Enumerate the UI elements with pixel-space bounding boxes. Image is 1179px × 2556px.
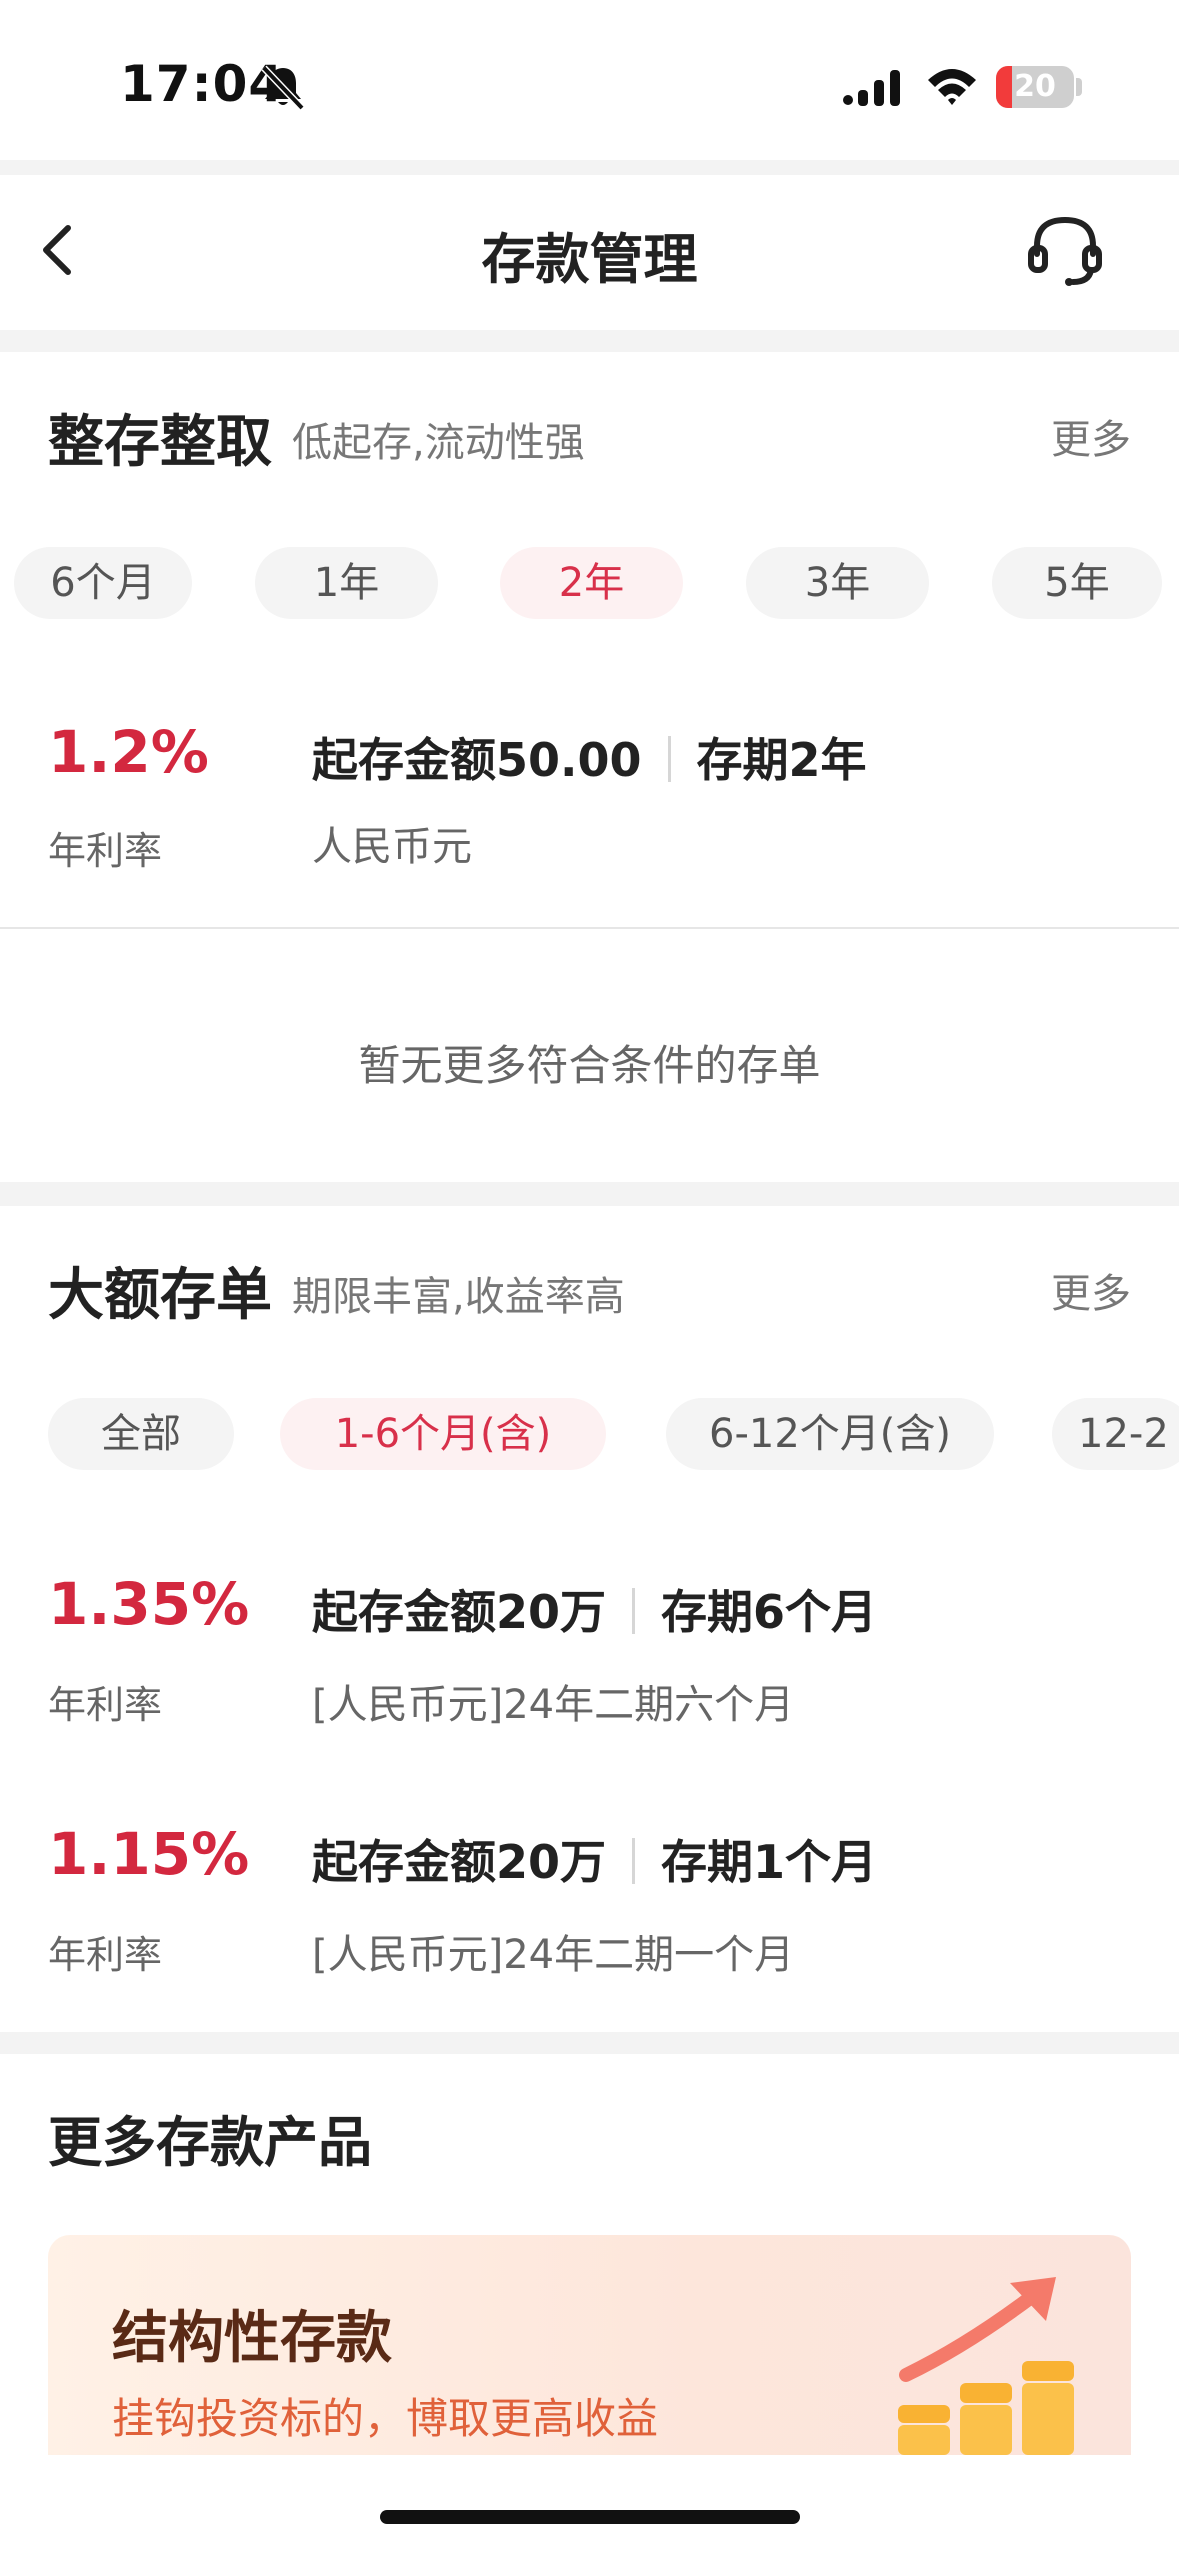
bell-muted-icon — [261, 65, 305, 111]
more-link[interactable]: 更多 — [1051, 407, 1131, 465]
min-amount: 起存金额50.00 — [312, 733, 642, 787]
currency: 人民币元 — [312, 824, 472, 870]
more-link[interactable]: 更多 — [1051, 1261, 1131, 1319]
rate-label: 年利率 — [48, 1683, 163, 1727]
rate-label: 年利率 — [48, 829, 163, 873]
status-bar: 17:04 20 — [0, 0, 1179, 160]
separator — [632, 1838, 636, 1884]
min-amount: 起存金额20万 — [312, 1835, 607, 1889]
separator — [632, 1588, 636, 1634]
more-products-title: 更多存款产品 — [48, 2111, 372, 2174]
divider — [0, 1182, 1179, 1206]
divider — [0, 160, 1179, 175]
min-amount: 起存金额20万 — [312, 1585, 607, 1639]
rate-label: 年利率 — [48, 1933, 163, 1977]
promo-subtitle: 挂钩投资标的，博取更高收益 — [112, 2394, 659, 2443]
tab-6-months[interactable]: 6个月 — [14, 547, 192, 619]
product-info: 起存金额50.00 存期2年 — [312, 724, 867, 790]
rate-value: 1.15% — [48, 1820, 250, 1888]
battery-tip — [1076, 78, 1082, 96]
divider — [0, 2032, 1179, 2054]
term: 存期2年 — [696, 733, 867, 787]
battery-percent: 20 — [1014, 69, 1056, 104]
tab-2-year[interactable]: 2年 — [500, 547, 683, 619]
nav-bar: 存款管理 — [0, 175, 1179, 330]
rate-value: 1.2% — [48, 718, 209, 786]
term: 存期6个月 — [661, 1585, 878, 1639]
section-title: 整存整取 — [48, 410, 272, 475]
tab-3-year[interactable]: 3年 — [746, 547, 929, 619]
tab-6-12-months[interactable]: 6-12个月(含) — [666, 1398, 994, 1470]
term: 存期1个月 — [661, 1835, 878, 1889]
section-subtitle: 低起存,流动性强 — [292, 420, 585, 466]
divider-line — [0, 927, 1179, 929]
tab-5-year[interactable]: 5年 — [992, 547, 1162, 619]
divider — [0, 330, 1179, 352]
product-info: 起存金额20万 存期1个月 — [312, 1826, 877, 1892]
tab-1-6-months[interactable]: 1-6个月(含) — [280, 1398, 606, 1470]
tab-all[interactable]: 全部 — [48, 1398, 234, 1470]
promo-title: 结构性存款 — [112, 2306, 392, 2371]
rising-coins-icon — [898, 2277, 1074, 2455]
wifi-icon — [928, 69, 976, 105]
tab-1-year[interactable]: 1年 — [255, 547, 438, 619]
page-title: 存款管理 — [481, 228, 698, 291]
product-info: 起存金额20万 存期6个月 — [312, 1576, 877, 1642]
separator — [667, 736, 671, 782]
section-title: 大额存单 — [48, 1263, 272, 1328]
home-indicator[interactable] — [380, 2510, 800, 2524]
cellular-signal-icon — [843, 70, 900, 106]
battery-indicator: 20 — [996, 66, 1074, 108]
rate-value: 1.35% — [48, 1570, 250, 1638]
customer-service-icon[interactable] — [1025, 210, 1105, 290]
product-name: [人民币元]24年二期六个月 — [312, 1682, 795, 1728]
structured-deposit-card[interactable]: 结构性存款 挂钩投资标的，博取更高收益 — [48, 2235, 1131, 2455]
empty-state-text: 暂无更多符合条件的存单 — [358, 1041, 821, 1090]
section-subtitle: 期限丰富,收益率高 — [292, 1274, 625, 1320]
regular-deposit-section: 整存整取 低起存,流动性强 更多 6个月 1年 2年 3年 5年 1.2% 年利… — [0, 352, 1179, 1182]
product-name: [人民币元]24年二期一个月 — [312, 1932, 795, 1978]
tab-12-plus-months[interactable]: 12-2 — [1052, 1398, 1179, 1470]
large-deposit-section: 大额存单 期限丰富,收益率高 更多 全部 1-6个月(含) 6-12个月(含) … — [0, 1206, 1179, 2032]
